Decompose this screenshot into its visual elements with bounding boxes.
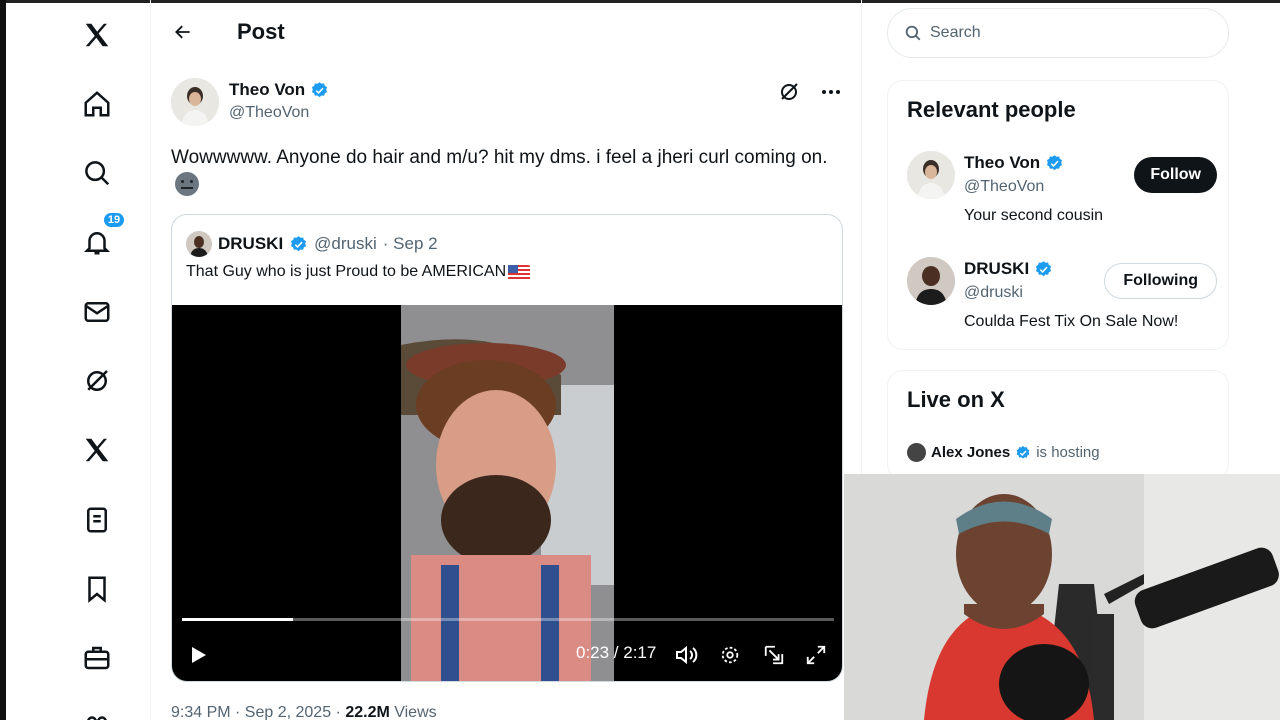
- communities-icon[interactable]: [76, 704, 118, 720]
- home-icon[interactable]: [76, 83, 118, 125]
- video-progress-fill: [182, 618, 293, 621]
- verified-badge-icon: [291, 235, 307, 251]
- post-timestamp[interactable]: 9:34 PM · Sep 2, 2025 ·: [171, 704, 345, 720]
- video-progress-bar[interactable]: [182, 618, 834, 621]
- host-avatar: [907, 443, 926, 462]
- views-count: 22.2M: [345, 704, 390, 720]
- person-handle[interactable]: @druski: [964, 284, 1023, 302]
- back-arrow-icon[interactable]: [169, 18, 197, 46]
- bookmarks-icon[interactable]: [76, 568, 118, 610]
- main-column: Post Theo Von @TheoVon Wowwwww. Anyone d…: [150, 0, 862, 720]
- author-name-text[interactable]: Theo Von: [229, 80, 305, 100]
- page-title: Post: [237, 19, 285, 44]
- person-handle[interactable]: @TheoVon: [964, 178, 1044, 196]
- picture-in-picture-icon[interactable]: [760, 641, 788, 669]
- verified-badge-icon: [1036, 260, 1052, 276]
- follow-button[interactable]: Follow: [1134, 157, 1217, 193]
- quoted-author-avatar: [186, 231, 212, 257]
- person-avatar[interactable]: [907, 151, 955, 199]
- sidebar-nav: 19: [62, 0, 132, 720]
- live-on-x-title: Live on X: [907, 387, 1005, 412]
- quoted-post-text-content: That Guy who is just Proud to be AMERICA…: [186, 263, 507, 280]
- more-options-icon[interactable]: [819, 80, 843, 104]
- webcam-overlay: [844, 474, 1280, 720]
- video-time: 0:23 / 2:17: [576, 643, 657, 662]
- author-handle[interactable]: @TheoVon: [229, 104, 309, 122]
- video-player[interactable]: 0:23 / 2:17: [172, 305, 842, 681]
- person-bio: Coulda Fest Tix On Sale Now!: [964, 313, 1179, 330]
- quoted-post-header: DRUSKI @druski · Sep 2: [186, 231, 438, 257]
- notifications-badge: 19: [102, 211, 126, 229]
- notifications-bell-icon[interactable]: 19: [76, 211, 126, 263]
- search-input[interactable]: [930, 24, 1210, 42]
- verified-badge-icon: [312, 81, 328, 97]
- quoted-author-name: DRUSKI: [218, 234, 284, 253]
- grok-explain-icon[interactable]: [777, 80, 801, 104]
- post-author: Theo Von @TheoVon: [171, 78, 843, 128]
- relevant-person-druski[interactable]: DRUSKI @druski Coulda Fest Tix On Sale N…: [907, 257, 1217, 337]
- messages-icon[interactable]: [76, 291, 118, 333]
- quoted-post-date: · Sep 2: [382, 234, 438, 253]
- person-name-text[interactable]: Theo Von: [964, 153, 1040, 173]
- search-box[interactable]: [887, 8, 1229, 58]
- following-button[interactable]: Following: [1104, 263, 1217, 299]
- relevant-people-panel: Relevant people Theo Von @TheoVon Your s…: [887, 80, 1229, 350]
- host-name[interactable]: Alex Jones: [931, 444, 1010, 461]
- us-flag-emoji-icon: [508, 264, 531, 280]
- person-bio: Your second cousin: [964, 207, 1104, 224]
- post-text-content: Wowwwww. Anyone do hair and m/u? hit my …: [171, 147, 828, 168]
- x-logo-icon[interactable]: [76, 14, 118, 56]
- lists-icon[interactable]: [76, 499, 118, 541]
- person-name[interactable]: DRUSKI: [964, 259, 1053, 279]
- neutral-face-emoji-icon: [175, 172, 199, 196]
- post-header: Post: [151, 0, 863, 64]
- person-name-text[interactable]: DRUSKI: [964, 259, 1029, 279]
- post-text: Wowwwww. Anyone do hair and m/u? hit my …: [171, 144, 851, 200]
- quoted-author-handle: @druski: [314, 234, 377, 253]
- explore-search-icon[interactable]: [76, 152, 118, 194]
- premium-x-icon[interactable]: [76, 429, 118, 471]
- volume-icon[interactable]: [672, 641, 700, 669]
- jobs-briefcase-icon[interactable]: [76, 637, 118, 679]
- verified-badge-icon: [1047, 154, 1063, 170]
- fullscreen-icon[interactable]: [802, 641, 830, 669]
- grok-icon[interactable]: [76, 360, 118, 402]
- window-left-edge: [0, 0, 6, 720]
- host-status: is hosting: [1036, 444, 1100, 461]
- quoted-post[interactable]: DRUSKI @druski · Sep 2 That Guy who is j…: [171, 214, 843, 682]
- relevant-person-theo-von[interactable]: Theo Von @TheoVon Your second cousin Fol…: [907, 151, 1217, 231]
- person-name[interactable]: Theo Von: [964, 153, 1064, 173]
- play-icon[interactable]: [184, 641, 212, 669]
- person-avatar[interactable]: [907, 257, 955, 305]
- quoted-post-text: That Guy who is just Proud to be AMERICA…: [186, 263, 531, 281]
- live-on-x-panel: Live on X Alex Jones is hosting: [887, 370, 1229, 480]
- video-frame: [401, 305, 614, 681]
- live-host-row[interactable]: Alex Jones is hosting: [907, 443, 1100, 462]
- search-icon: [905, 25, 921, 41]
- views-label: Views: [389, 704, 437, 720]
- relevant-people-title: Relevant people: [907, 97, 1076, 122]
- author-avatar[interactable]: [171, 78, 219, 126]
- settings-gear-icon[interactable]: [716, 641, 744, 669]
- verified-badge-icon: [1016, 445, 1030, 459]
- post-meta: 9:34 PM · Sep 2, 2025 · 22.2M Views: [171, 704, 437, 720]
- author-name[interactable]: Theo Von: [229, 80, 329, 100]
